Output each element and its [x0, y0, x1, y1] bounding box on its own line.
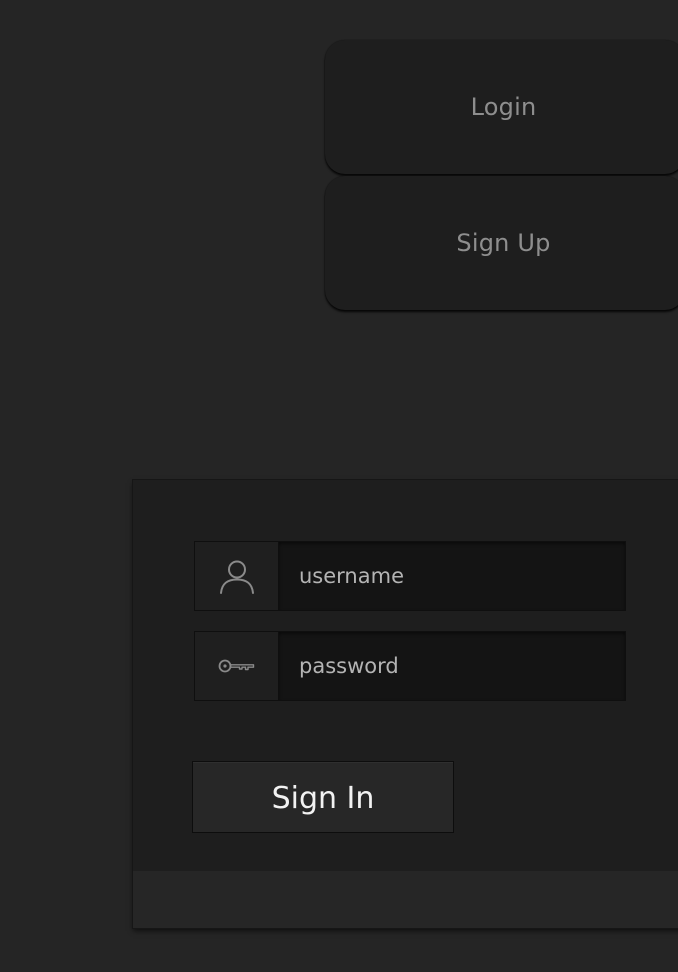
password-input[interactable]: [279, 632, 625, 700]
sign-in-label: Sign In: [271, 780, 375, 816]
login-panel: Sign In: [133, 480, 678, 928]
password-icon-box: [195, 632, 279, 700]
signup-tab-button[interactable]: Sign Up: [325, 176, 678, 310]
sign-in-button[interactable]: Sign In: [192, 761, 454, 833]
signup-tab-label: Sign Up: [456, 229, 551, 257]
login-tab-button[interactable]: Login: [325, 40, 678, 174]
username-input[interactable]: [279, 542, 625, 610]
password-field: [194, 631, 626, 701]
page: Login Sign Up S: [0, 0, 678, 972]
key-icon: [218, 659, 254, 673]
username-field: [194, 541, 626, 611]
login-tab-label: Login: [470, 93, 537, 121]
panel-footer: [133, 871, 678, 928]
user-icon: [219, 560, 254, 594]
username-icon-box: [195, 542, 279, 610]
